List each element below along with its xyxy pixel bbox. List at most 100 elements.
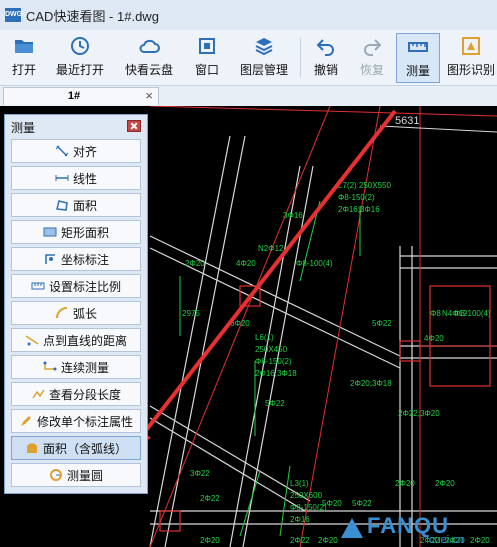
measure-rect-area-button[interactable]: 矩形面积 <box>11 220 141 244</box>
circle-icon <box>49 469 62 481</box>
cad-text: Φ8-100(4) <box>454 309 491 318</box>
arc-icon <box>55 307 68 319</box>
title-bar: DWG CAD快速看图 - 1#.dwg <box>0 0 497 30</box>
recent-label: 最近打开 <box>55 63 104 77</box>
rect-area-icon <box>43 227 57 237</box>
cad-text: 250X450 <box>255 345 288 354</box>
cloud-button[interactable]: 快看云盘 <box>120 33 178 83</box>
close-icon[interactable]: × <box>145 88 153 103</box>
ruler-icon <box>408 42 428 52</box>
cad-text: 2Φ22 <box>290 536 310 545</box>
cad-text: 2Φ20 <box>185 259 205 268</box>
measure-label: 测量 <box>405 64 430 78</box>
window-label: 窗口 <box>194 63 219 77</box>
measure-align-label: 对齐 <box>72 144 97 159</box>
cad-text: L6(1) <box>255 333 274 342</box>
recognize-label: 图形识别 <box>446 63 495 77</box>
cad-text: 2Φ22 <box>200 494 220 503</box>
open-button[interactable]: 打开 <box>4 33 44 83</box>
open-label: 打开 <box>11 63 36 77</box>
recent-button[interactable]: 最近打开 <box>52 33 108 83</box>
measure-point-line-button[interactable]: 点到直线的距离 <box>11 328 141 352</box>
measure-arc-area-label: 面积（含弧线） <box>42 441 127 456</box>
cad-text: 4Φ20 <box>236 259 256 268</box>
measure-segment-button[interactable]: 查看分段长度 <box>11 382 141 406</box>
cad-text: Φ8-150(2) <box>338 193 375 202</box>
arc-area-icon <box>26 443 37 453</box>
cad-text: 2Φ16 <box>290 515 310 524</box>
cad-text: 5Φ20 <box>322 499 342 508</box>
measure-area-button[interactable]: 面积 <box>11 193 141 217</box>
measure-circle-button[interactable]: 测量圆 <box>11 463 141 487</box>
close-icon[interactable] <box>127 120 141 132</box>
undo-icon <box>316 39 334 56</box>
measure-segment-label: 查看分段长度 <box>48 387 121 402</box>
toolbar: 打开 最近打开 快看云盘 窗口 图层管理 撤销 恢复 测量 图形识别 <box>0 30 497 86</box>
cloud-icon <box>139 39 160 53</box>
watermark-logo: FANQU cuei.cn <box>337 511 497 547</box>
measure-arc-label: 弧长 <box>72 306 97 321</box>
cad-text: Φ8 <box>430 309 441 318</box>
shape-recognize-icon <box>462 37 480 55</box>
recognize-button[interactable]: 图形识别 <box>446 33 496 83</box>
cloud-label: 快看云盘 <box>124 63 173 77</box>
measure-linear-label: 线性 <box>72 171 97 186</box>
undo-button[interactable]: 撤销 <box>308 33 344 83</box>
measure-continuous-button[interactable]: 连续测量 <box>11 355 141 379</box>
window-icon <box>199 38 215 54</box>
cad-text: N2Φ12 <box>258 244 284 253</box>
cad-text: Φ8-100(4) <box>296 259 333 268</box>
window-title: CAD快速看图 - 1#.dwg <box>26 8 159 24</box>
measure-linear-button[interactable]: 线性 <box>11 166 141 190</box>
layers-button[interactable]: 图层管理 <box>236 33 292 83</box>
tab-drawing[interactable]: 1# × <box>3 87 159 105</box>
redo-button[interactable]: 恢复 <box>354 33 390 83</box>
cad-text: 2Φ20 <box>435 479 455 488</box>
measure-button[interactable]: 测量 <box>396 33 440 83</box>
cad-text: 2975 <box>182 309 200 318</box>
cad-text: 5Φ22 <box>372 319 392 328</box>
cad-text: 2Φ20;3Φ18 <box>350 379 392 388</box>
measure-arc-button[interactable]: 弧长 <box>11 301 141 325</box>
point-line-icon <box>25 335 39 346</box>
align-icon <box>55 145 69 157</box>
pointer-arrow <box>132 109 397 448</box>
app-logo: DWG <box>5 8 22 22</box>
cad-text: 5Φ22 <box>352 499 372 508</box>
measure-align-button[interactable]: 对齐 <box>11 139 141 163</box>
cad-text: 2Φ16;3Φ18 <box>255 369 297 378</box>
folder-icon <box>15 40 33 53</box>
measure-edit-dim-button[interactable]: 修改单个标注属性 <box>11 409 141 433</box>
window-button[interactable]: 窗口 <box>188 33 226 83</box>
measure-scale-button[interactable]: 设置标注比例 <box>11 274 141 298</box>
toolbar-divider <box>300 38 301 78</box>
history-icon <box>71 37 89 55</box>
cad-text: 2Φ20 <box>200 536 220 545</box>
scale-icon <box>31 282 45 290</box>
measure-coordinate-button[interactable]: 坐标标注 <box>11 247 141 271</box>
measure-area-label: 面积 <box>72 198 97 213</box>
continuous-icon <box>43 361 57 371</box>
cad-text: 4Φ20 <box>424 334 444 343</box>
coordinate-icon <box>45 254 55 264</box>
cad-text: 2Φ16;3Φ16 <box>338 205 380 214</box>
cad-text: 2Φ20 <box>395 479 415 488</box>
redo-icon <box>364 39 382 56</box>
segment-icon <box>32 389 45 399</box>
measure-panel: 测量 对齐 线性 面积 矩形面积 坐标标注 设置标注比例 弧长 点到直线的距离 … <box>4 114 148 494</box>
redo-label: 恢复 <box>359 63 384 77</box>
tab-label: 1# <box>67 90 81 102</box>
measure-point-line-label: 点到直线的距离 <box>42 333 127 348</box>
measure-coordinate-label: 坐标标注 <box>60 252 109 267</box>
panel-title: 测量 <box>11 121 36 135</box>
undo-label: 撤销 <box>313 63 338 77</box>
panel-header: 测量 <box>5 115 147 137</box>
cad-text: 3Φ22 <box>190 469 210 478</box>
measure-rect-area-label: 矩形面积 <box>60 225 109 240</box>
dimension-label: 5631 <box>395 115 419 127</box>
cad-text: L7(2) 250X550 <box>338 181 391 190</box>
watermark-icon <box>341 518 363 538</box>
cad-text: 5Φ22 <box>265 399 285 408</box>
cad-text: 2Φ20 <box>318 536 338 545</box>
measure-arc-area-button[interactable]: 面积（含弧线） <box>11 436 141 460</box>
